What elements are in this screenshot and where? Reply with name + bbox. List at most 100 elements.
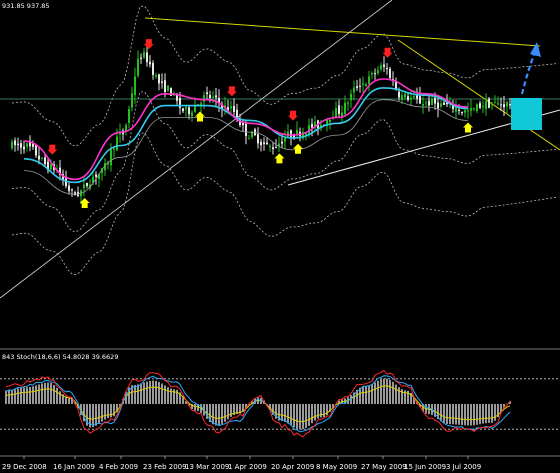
histogram-bar xyxy=(476,404,478,425)
histogram-bar xyxy=(395,384,397,404)
histogram-bar xyxy=(14,389,16,404)
histogram-bar xyxy=(293,404,295,428)
histogram-bar xyxy=(158,381,160,404)
histogram-bar xyxy=(41,383,43,404)
histogram-bar xyxy=(146,381,148,404)
candle-body xyxy=(35,144,37,156)
candle-body xyxy=(416,95,418,99)
candle-body xyxy=(266,142,268,145)
histogram-bar xyxy=(26,387,28,404)
candle-body xyxy=(509,104,511,106)
candle-body xyxy=(371,73,373,75)
candle-body xyxy=(281,141,283,144)
candle-body xyxy=(485,101,487,109)
candle-body xyxy=(431,99,433,106)
candle-body xyxy=(191,112,193,117)
histogram-bar xyxy=(194,404,196,411)
histogram-bar xyxy=(110,404,112,418)
histogram-bar xyxy=(284,404,286,422)
candle-body xyxy=(185,107,187,110)
candle-body xyxy=(383,64,385,67)
candle-body xyxy=(497,103,499,105)
candle-body xyxy=(149,61,151,65)
candle-body xyxy=(437,102,439,109)
histogram-bar xyxy=(50,383,52,404)
candle-body xyxy=(203,95,205,102)
histogram-bar xyxy=(281,404,283,421)
histogram-bar xyxy=(161,383,163,404)
candle-body xyxy=(14,140,16,146)
candle-body xyxy=(476,104,478,111)
candle-body xyxy=(359,85,361,87)
histogram-bar xyxy=(449,404,451,425)
candle-body xyxy=(194,106,196,113)
histogram-bar xyxy=(95,404,97,426)
candle-body xyxy=(473,108,475,110)
candle-body xyxy=(290,130,292,137)
candle-body xyxy=(419,95,421,104)
candle-body xyxy=(86,182,88,186)
candle-body xyxy=(389,68,391,79)
candle-body xyxy=(137,58,139,76)
x-axis-tick-label: 20 Apr 2009 xyxy=(271,463,314,471)
histogram-bar xyxy=(377,380,379,404)
candle-body xyxy=(443,102,445,105)
histogram-bar xyxy=(155,380,157,404)
histogram-bar xyxy=(314,404,316,421)
histogram-bar xyxy=(464,404,466,426)
histogram-bar xyxy=(107,404,109,419)
histogram-bar xyxy=(365,386,367,404)
stochastic-header-label: 843 Stoch(18,6,6) 54.8028 39.6629 xyxy=(2,353,118,361)
candle-body xyxy=(506,102,508,107)
candle-body xyxy=(482,106,484,107)
histogram-bar xyxy=(164,385,166,404)
candle-body xyxy=(470,108,472,111)
histogram-bar xyxy=(398,387,400,404)
candle-body xyxy=(152,62,154,75)
chart-svg: 931.85 937.85 843 Stoch(18,6,6) 54.8028 … xyxy=(0,0,560,473)
histogram-bar xyxy=(8,390,10,404)
candle-body xyxy=(26,143,28,147)
histogram-bar xyxy=(224,404,226,422)
candle-body xyxy=(401,95,403,100)
candle-body xyxy=(362,83,364,85)
x-axis-tick-label: 23 Feb 2009 xyxy=(143,463,187,471)
histogram-bar xyxy=(440,404,442,422)
histogram-bar xyxy=(218,404,220,426)
candle-body xyxy=(131,93,133,108)
candle-body xyxy=(467,110,469,112)
histogram-bar xyxy=(374,382,376,404)
candle-body xyxy=(272,147,274,149)
candle-body xyxy=(428,100,430,106)
chart-background xyxy=(0,0,560,473)
candle-body xyxy=(146,52,148,63)
candle-body xyxy=(398,91,400,98)
candle-body xyxy=(284,138,286,142)
candle-body xyxy=(155,75,157,77)
histogram-bar xyxy=(368,385,370,404)
candle-body xyxy=(434,97,436,104)
histogram-bar xyxy=(362,386,364,404)
histogram-bar xyxy=(458,404,460,425)
candle-body xyxy=(407,96,409,100)
histogram-bar xyxy=(44,382,46,404)
histogram-bar xyxy=(494,404,496,421)
candle-body xyxy=(158,74,160,84)
x-axis-tick-label: 15 Jun 2009 xyxy=(404,463,446,471)
histogram-bar xyxy=(98,404,100,424)
candle-body xyxy=(161,81,163,83)
candle-body xyxy=(365,84,367,87)
histogram-bar xyxy=(320,404,322,418)
histogram-bar xyxy=(491,404,493,423)
candle-body xyxy=(374,73,376,75)
histogram-bar xyxy=(101,404,103,422)
candle-body xyxy=(83,184,85,189)
candle-body xyxy=(410,97,412,100)
histogram-bar xyxy=(215,404,217,426)
histogram-bar xyxy=(371,384,373,404)
histogram-bar xyxy=(23,387,25,404)
histogram-bar xyxy=(389,379,391,404)
candle-body xyxy=(128,109,130,123)
candle-body xyxy=(167,85,169,91)
histogram-bar xyxy=(227,404,229,420)
